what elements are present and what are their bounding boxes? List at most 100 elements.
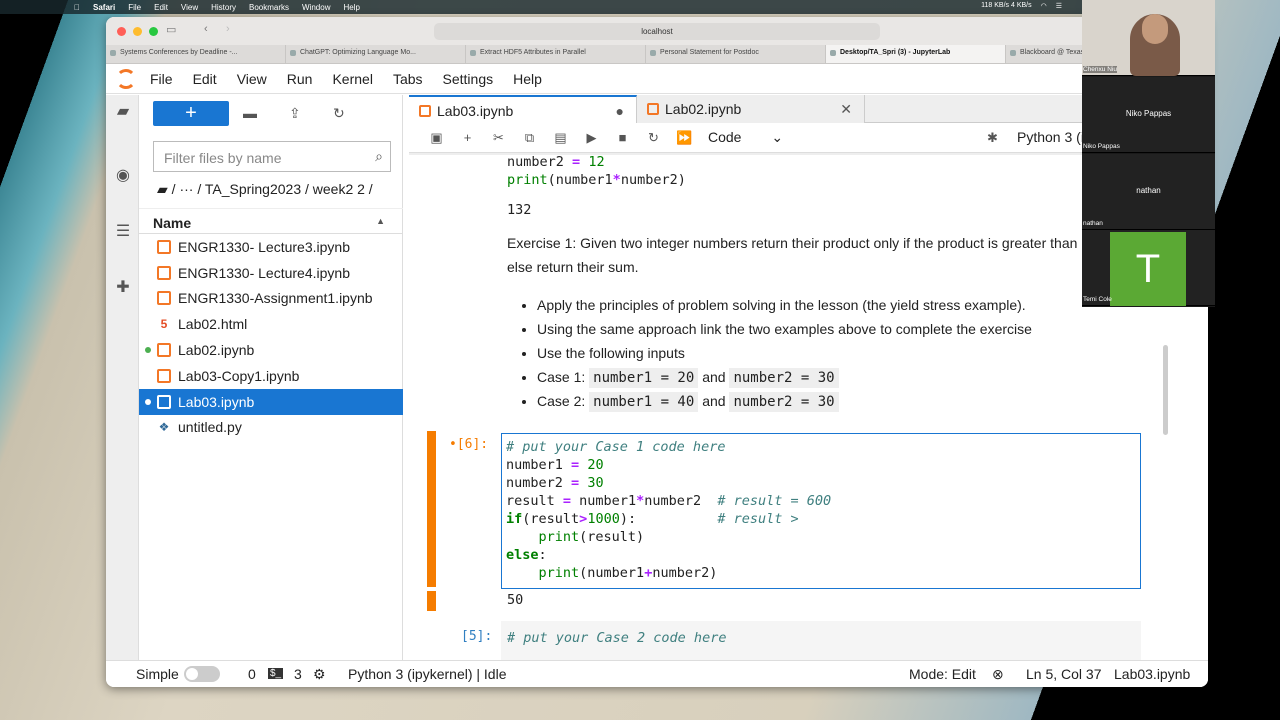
- table-of-contents-icon[interactable]: ☰: [113, 221, 133, 241]
- participant-tile[interactable]: Niko Pappas Niko Pappas: [1082, 77, 1215, 153]
- participant-avatar: T: [1110, 232, 1186, 306]
- close-window-button[interactable]: [117, 27, 126, 36]
- fast-forward-icon[interactable]: ⏩: [669, 130, 700, 146]
- filter-placeholder: Filter files by name: [164, 150, 282, 166]
- cursor-position[interactable]: Ln 5, Col 37: [1026, 666, 1102, 682]
- menu-kernel[interactable]: Kernel: [332, 71, 372, 87]
- sidebar-toggle-icon[interactable]: ▭: [166, 23, 176, 36]
- add-cell-icon[interactable]: +: [452, 130, 483, 145]
- run-icon[interactable]: ▶: [576, 130, 607, 146]
- extensions-icon[interactable]: ✚: [113, 277, 133, 297]
- menu-edit[interactable]: Edit: [193, 71, 217, 87]
- menubar-window[interactable]: Window: [302, 3, 330, 12]
- zoom-window-button[interactable]: [149, 27, 158, 36]
- menu-tabs[interactable]: Tabs: [393, 71, 423, 87]
- minimize-window-button[interactable]: [133, 27, 142, 36]
- file-item-selected[interactable]: Lab03.ipynb: [139, 388, 403, 415]
- menubar-bookmarks[interactable]: Bookmarks: [249, 3, 289, 12]
- menu-view[interactable]: View: [237, 71, 267, 87]
- new-launcher-button[interactable]: +: [153, 101, 229, 126]
- browser-tab[interactable]: Systems Conferences by Deadline -...: [106, 45, 286, 63]
- file-item[interactable]: ENGR1330-Assignment1.ipynb: [139, 286, 403, 312]
- file-item[interactable]: ENGR1330- Lecture4.ipynb: [139, 260, 403, 286]
- tab-lab02[interactable]: Lab02.ipynb ✕: [637, 95, 865, 123]
- breadcrumb[interactable]: ▰ / ··· / TA_Spring2023 / week2 2 /: [157, 181, 373, 198]
- browser-tab[interactable]: Extract HDF5 Attributes in Parallel: [466, 45, 646, 63]
- control-center-icon[interactable]: ☰: [1056, 2, 1062, 10]
- cell-type-value: Code: [708, 129, 742, 145]
- menubar-help[interactable]: Help: [343, 3, 359, 12]
- safari-window: ▭ ‹ › localhost Systems Conferences by D…: [106, 17, 1208, 687]
- participant-tile[interactable]: Chenxu Niu: [1082, 0, 1215, 76]
- file-item[interactable]: Lab02.ipynb: [139, 337, 403, 363]
- file-item[interactable]: 5 Lab02.html: [139, 311, 403, 337]
- browser-tab-active[interactable]: Desktop/TA_Spri (3) - JupyterLab: [826, 45, 1006, 63]
- shield-x-icon[interactable]: ⊗: [992, 666, 1004, 683]
- active-cell-marker[interactable]: [427, 431, 436, 587]
- tab-label: Lab03.ipynb: [437, 103, 514, 119]
- new-folder-icon[interactable]: ▬: [243, 105, 257, 121]
- kernel-name[interactable]: Python 3 (i: [1017, 129, 1084, 145]
- refresh-icon[interactable]: ↻: [333, 105, 345, 122]
- kernel-count[interactable]: 3: [294, 666, 302, 682]
- participant-name: nathan: [1083, 220, 1103, 227]
- menu-file[interactable]: File: [150, 71, 173, 87]
- code-editor[interactable]: # put your Case 1 code here number1 = 20…: [501, 433, 1141, 589]
- notebook-icon: [157, 265, 171, 280]
- paste-icon[interactable]: ▤: [545, 130, 576, 146]
- restart-icon[interactable]: ↻: [638, 130, 669, 146]
- terminal-icon: $_: [268, 668, 284, 679]
- notebook-icon: [157, 239, 171, 254]
- participant-tile[interactable]: T Temi Cole: [1082, 230, 1215, 306]
- file-name: Lab03.ipynb: [178, 393, 255, 410]
- file-item[interactable]: Lab03-Copy1.ipynb: [139, 363, 403, 389]
- bullet: Apply the principles of problem solving …: [537, 293, 1032, 317]
- menubar-view[interactable]: View: [181, 3, 198, 12]
- address-bar[interactable]: localhost: [434, 23, 880, 40]
- terminal-count[interactable]: 0: [248, 666, 256, 682]
- kernel-status[interactable]: Python 3 (ipykernel) | Idle: [348, 666, 507, 682]
- forward-arrow-icon[interactable]: ›: [226, 23, 230, 35]
- debugger-icon[interactable]: ✱: [987, 130, 998, 146]
- filter-files-input[interactable]: Filter files by name ⌕: [153, 141, 391, 172]
- browser-tab[interactable]: ChatGPT: Optimizing Language Mo...: [286, 45, 466, 63]
- folder-icon[interactable]: ▰: [113, 101, 133, 121]
- cell-type-select[interactable]: Code ⌄: [708, 129, 798, 146]
- unsaved-dot-icon[interactable]: ●: [616, 103, 624, 119]
- name-column-header[interactable]: Name ▲: [139, 208, 403, 234]
- stop-icon[interactable]: ■: [607, 130, 638, 145]
- browser-tab[interactable]: Personal Statement for Postdoc: [646, 45, 826, 63]
- menubar-history[interactable]: History: [211, 3, 236, 12]
- running-kernels-icon[interactable]: ◉: [113, 165, 133, 185]
- close-icon[interactable]: ✕: [840, 101, 852, 118]
- file-name: ENGR1330- Lecture4.ipynb: [178, 264, 350, 281]
- menu-help[interactable]: Help: [513, 71, 542, 87]
- cut-icon[interactable]: ✂: [483, 130, 514, 146]
- copy-icon[interactable]: ⧉: [514, 130, 545, 146]
- menubar-edit[interactable]: Edit: [154, 3, 168, 12]
- simple-mode-toggle[interactable]: [184, 666, 220, 682]
- breadcrumb-path[interactable]: / ··· / TA_Spring2023 / week2 2 /: [172, 181, 373, 197]
- back-arrow-icon[interactable]: ‹: [204, 23, 208, 35]
- file-item[interactable]: ENGR1330- Lecture3.ipynb: [139, 234, 403, 260]
- file-name: Lab02.html: [178, 316, 248, 333]
- participant-tile[interactable]: nathan nathan: [1082, 154, 1215, 230]
- participant-name: Temi Cole: [1083, 296, 1112, 303]
- vertical-scrollbar[interactable]: [1163, 345, 1168, 435]
- running-indicator: [145, 347, 151, 354]
- video-call-panel: Chenxu Niu Niko Pappas Niko Pappas natha…: [1082, 0, 1215, 307]
- mac-menubar:  Safari File Edit View History Bookmark…: [0, 0, 1082, 14]
- upload-icon[interactable]: ⇪: [289, 105, 301, 122]
- output-marker[interactable]: [427, 591, 436, 611]
- home-folder-icon[interactable]: ▰: [157, 181, 168, 197]
- tab-lab03[interactable]: Lab03.ipynb ●: [409, 95, 637, 123]
- wifi-icon[interactable]: ◠: [1041, 2, 1047, 10]
- menubar-app[interactable]: Safari: [93, 3, 115, 12]
- menu-settings[interactable]: Settings: [443, 71, 494, 87]
- save-icon[interactable]: ▣: [421, 130, 452, 146]
- exercise-text: Exercise 1: Given two integer numbers re…: [507, 235, 1078, 251]
- file-item[interactable]: ❖ untitled.py: [139, 415, 403, 441]
- menu-run[interactable]: Run: [287, 71, 313, 87]
- menubar-file[interactable]: File: [128, 3, 141, 12]
- apple-icon[interactable]: : [74, 3, 80, 12]
